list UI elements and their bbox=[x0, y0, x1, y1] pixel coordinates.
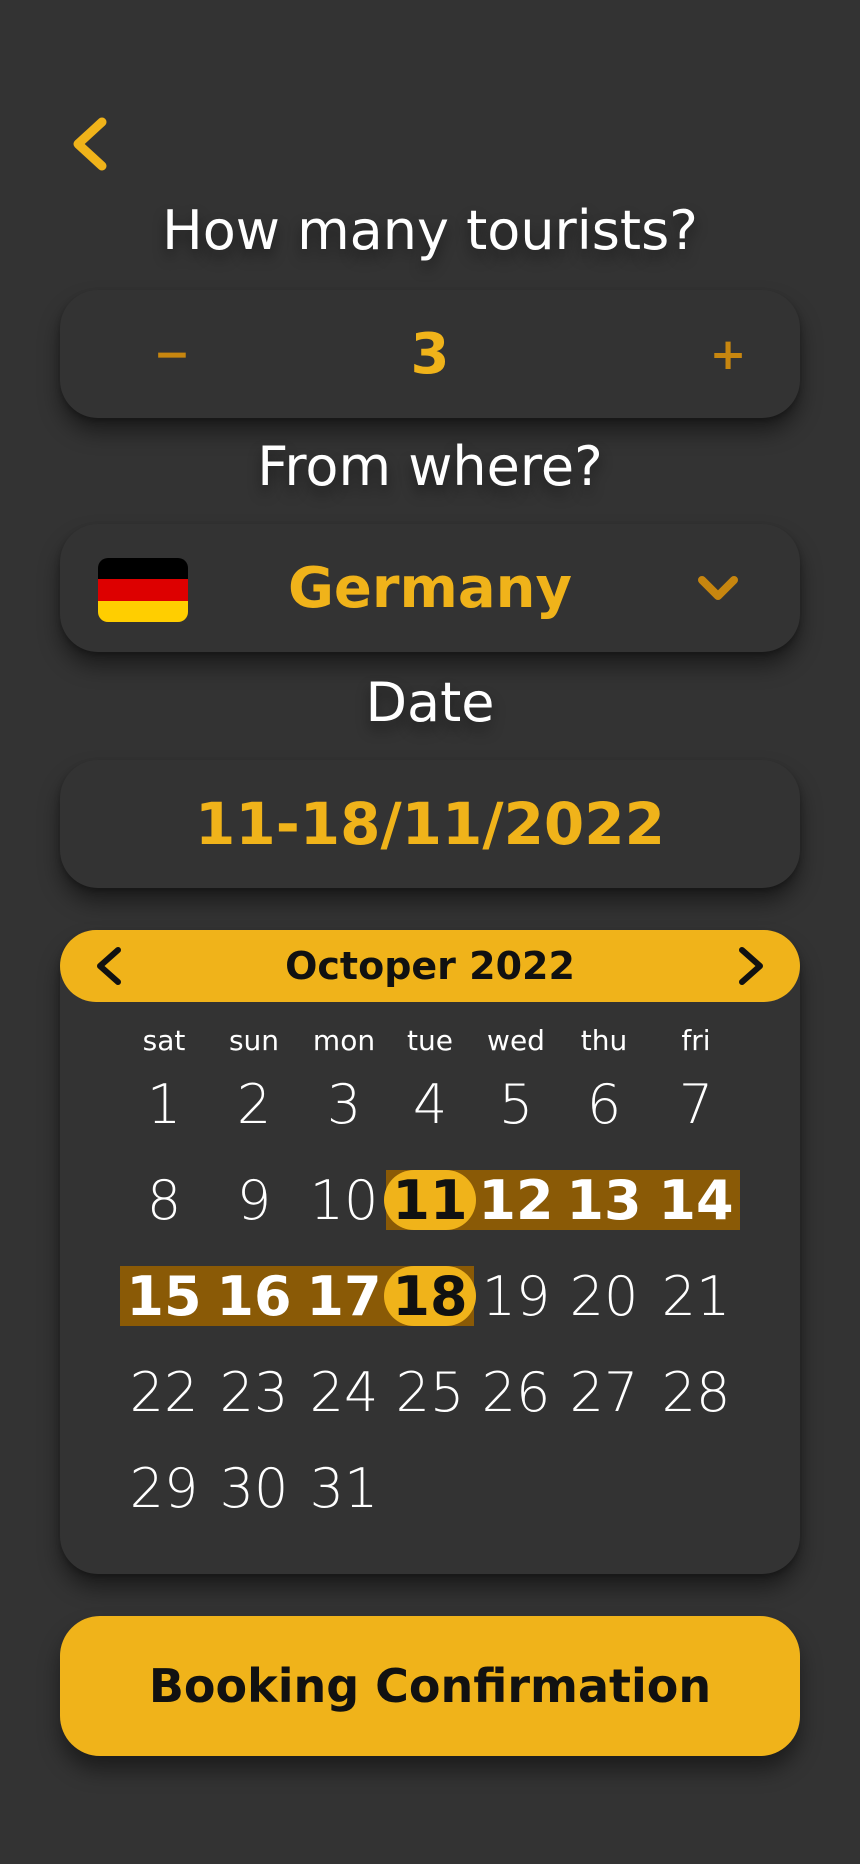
calendar-day[interactable]: 10 bbox=[300, 1169, 388, 1232]
calendar-day[interactable]: 9 bbox=[210, 1169, 298, 1232]
origin-heading: From where? bbox=[257, 435, 603, 498]
weekday-label: mon bbox=[312, 1024, 376, 1057]
calendar-day[interactable]: 15 bbox=[120, 1265, 208, 1328]
calendar-day[interactable]: 6 bbox=[560, 1073, 648, 1136]
tourists-stepper: − 3 + bbox=[60, 290, 800, 418]
weekday-label: sun bbox=[228, 1024, 280, 1057]
calendar-day[interactable]: 29 bbox=[120, 1457, 208, 1520]
calendar-day[interactable]: 1 bbox=[120, 1073, 208, 1136]
weekday-label: wed bbox=[487, 1024, 545, 1057]
calendar-day[interactable]: 22 bbox=[120, 1361, 208, 1424]
country-select[interactable]: Germany bbox=[60, 524, 800, 652]
calendar-day[interactable]: 14 bbox=[652, 1169, 740, 1232]
calendar-day[interactable]: 26 bbox=[472, 1361, 560, 1424]
weekday-label: thu bbox=[580, 1024, 628, 1057]
calendar-day[interactable]: 27 bbox=[560, 1361, 648, 1424]
calendar-day[interactable]: 8 bbox=[120, 1169, 208, 1232]
calendar-month-title: Octoper 2022 bbox=[285, 944, 575, 988]
calendar-day[interactable]: 16 bbox=[210, 1265, 298, 1328]
calendar-day[interactable]: 21 bbox=[652, 1265, 740, 1328]
calendar-day[interactable]: 20 bbox=[560, 1265, 648, 1328]
selected-country: Germany bbox=[287, 555, 573, 621]
date-range-value: 11-18/11/2022 bbox=[194, 790, 665, 858]
chevron-left-icon bbox=[73, 117, 107, 171]
calendar-day[interactable]: 5 bbox=[472, 1073, 560, 1136]
calendar-day[interactable]: 3 bbox=[300, 1073, 388, 1136]
tourists-heading: How many tourists? bbox=[162, 199, 698, 262]
calendar-day[interactable]: 2 bbox=[210, 1073, 298, 1136]
calendar-day[interactable]: 31 bbox=[300, 1457, 388, 1520]
calendar-day[interactable]: 12 bbox=[472, 1169, 560, 1232]
chevron-right-icon[interactable] bbox=[728, 944, 772, 988]
calendar-day[interactable]: 17 bbox=[300, 1265, 388, 1328]
calendar-day[interactable]: 7 bbox=[652, 1073, 740, 1136]
calendar-day[interactable]: 4 bbox=[386, 1073, 474, 1136]
date-field[interactable]: 11-18/11/2022 bbox=[60, 760, 800, 888]
calendar-day[interactable]: 18 bbox=[386, 1265, 474, 1328]
back-button[interactable] bbox=[66, 114, 116, 174]
tourist-count: 3 bbox=[410, 321, 450, 387]
calendar-day[interactable]: 23 bbox=[210, 1361, 298, 1424]
weekday-label: fri bbox=[681, 1024, 711, 1057]
chevron-left-icon[interactable] bbox=[88, 944, 132, 988]
calendar-day[interactable]: 28 bbox=[652, 1361, 740, 1424]
calendar-day[interactable]: 19 bbox=[472, 1265, 560, 1328]
weekday-label: sat bbox=[142, 1024, 186, 1057]
calendar-day[interactable]: 25 bbox=[386, 1361, 474, 1424]
weekday-label: tue bbox=[407, 1024, 453, 1057]
increment-button[interactable]: + bbox=[698, 324, 758, 384]
calendar-day[interactable]: 13 bbox=[560, 1169, 648, 1232]
date-heading: Date bbox=[365, 671, 495, 734]
calendar-header: Octoper 2022 bbox=[60, 930, 800, 1002]
chevron-down-icon bbox=[698, 576, 738, 600]
booking-confirmation-button[interactable]: Booking Confirmation bbox=[60, 1616, 800, 1756]
calendar-day[interactable]: 30 bbox=[210, 1457, 298, 1520]
calendar-day[interactable]: 24 bbox=[300, 1361, 388, 1424]
calendar-day[interactable]: 11 bbox=[386, 1169, 474, 1232]
